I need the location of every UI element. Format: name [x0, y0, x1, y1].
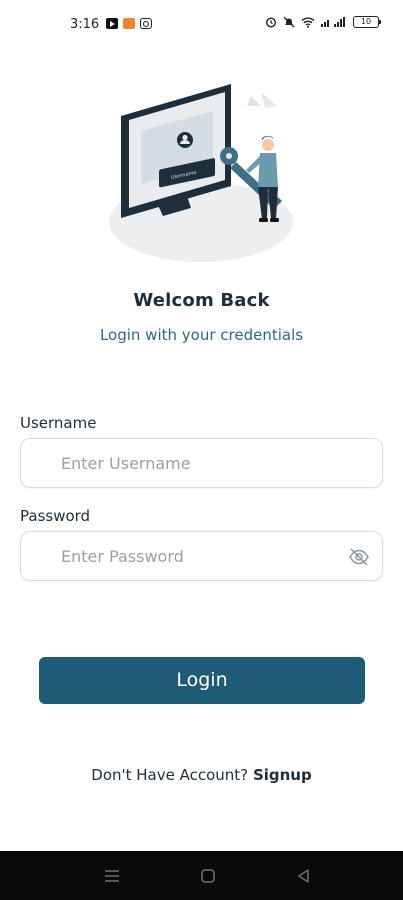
alarm-icon — [265, 17, 277, 28]
system-navigation-bar — [0, 851, 403, 900]
menu-icon — [105, 870, 119, 882]
eye-off-icon — [349, 548, 369, 566]
recent-apps-button[interactable] — [102, 867, 122, 885]
notification-icons — [106, 18, 152, 29]
toggle-password-visibility-button[interactable] — [348, 546, 370, 568]
status-time: 3:16 — [70, 17, 100, 32]
signup-row: Don't Have Account? Signup — [0, 766, 403, 784]
welcome-subtitle: Login with your credentials — [99, 326, 304, 344]
system-icons: 10 — [265, 16, 381, 28]
instagram-icon — [140, 18, 152, 29]
login-illustration-graphic: Username — [109, 84, 293, 262]
login-illustration: Username — [101, 76, 301, 266]
back-triangle-icon — [298, 869, 309, 883]
status-bar: 3:16 10 — [0, 0, 403, 52]
username-input[interactable] — [61, 439, 341, 487]
home-button[interactable] — [198, 867, 218, 885]
signup-prompt: Don't Have Account? — [91, 766, 249, 784]
mute-icon — [283, 16, 295, 28]
signal-icon — [321, 17, 345, 27]
wifi-icon — [301, 17, 315, 28]
username-field-container[interactable] — [20, 438, 383, 488]
login-button[interactable]: Login — [39, 657, 365, 704]
youtube-icon — [106, 18, 118, 29]
back-button[interactable] — [294, 867, 314, 885]
signup-link[interactable]: Signup — [253, 766, 312, 784]
welcome-title: Welcom Back — [133, 290, 270, 311]
password-input[interactable] — [61, 532, 341, 580]
username-label: Username — [20, 414, 97, 432]
battery-icon: 10 — [353, 16, 381, 28]
password-field-container[interactable] — [20, 531, 383, 581]
home-square-icon — [201, 869, 215, 883]
app-notification-icon — [123, 18, 135, 29]
password-label: Password — [20, 507, 91, 525]
